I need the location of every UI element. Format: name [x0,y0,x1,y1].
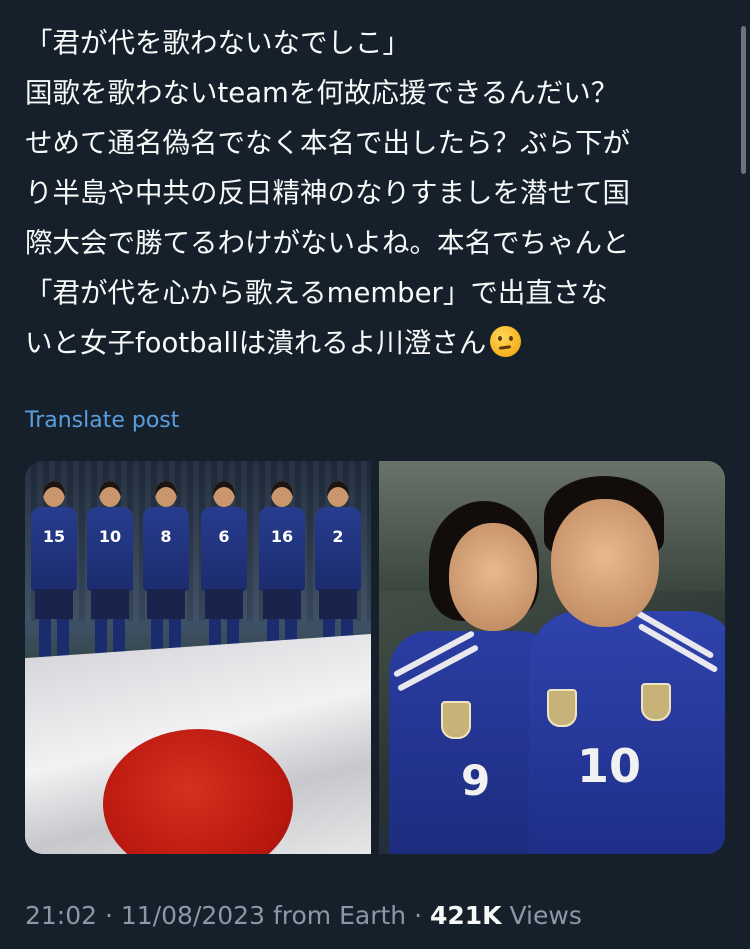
post-source: from Earth [272,901,407,930]
jersey-number: 8 [143,507,189,591]
media-grid: 15 10 8 6 16 2 9 10 [25,461,725,854]
post-body: 「君が代を歌わないなでしこ」 国歌を歌わないteamを何故応援できるんだい？ せ… [25,27,630,359]
team-crest-icon [441,701,471,739]
team-crest-icon [641,683,671,721]
player-face [551,499,659,627]
player-figure: 15 [31,481,77,661]
meta-separator: · [414,901,423,930]
photo-celebrating-players[interactable]: 9 10 [379,461,725,854]
jersey-number: 15 [31,507,77,591]
jersey-number: 10 [577,739,642,793]
meta-separator: · [105,901,113,930]
player-face [449,523,537,631]
views-label[interactable]: Views [510,901,582,930]
views-count[interactable]: 421K [430,901,502,930]
scrollbar-thumb[interactable] [741,26,746,174]
player-figure: 10 [87,481,133,661]
player-figure: 16 [259,481,305,661]
post-time[interactable]: 21:02 [25,901,97,930]
post-text: 「君が代を歌わないなでしこ」 国歌を歌わないteamを何故応援できるんだい？ せ… [25,18,725,368]
jersey-number: 9 [461,756,491,805]
team-crest-icon [547,689,577,727]
translate-post-link[interactable]: Translate post [25,408,179,433]
thinking-face-icon [490,326,522,357]
jersey-number: 6 [201,507,247,591]
jersey-number: 10 [87,507,133,591]
photo-team-lineup[interactable]: 15 10 8 6 16 2 [25,461,371,854]
player-figure: 2 [315,481,361,661]
player-figure: 6 [201,481,247,661]
jersey-number: 16 [259,507,305,591]
post-date[interactable]: 11/08/2023 [121,901,265,930]
post-metadata: 21:02 · 11/08/2023 from Earth · 421K Vie… [25,901,582,930]
player-figure: 8 [143,481,189,661]
jersey-number: 2 [315,507,361,591]
